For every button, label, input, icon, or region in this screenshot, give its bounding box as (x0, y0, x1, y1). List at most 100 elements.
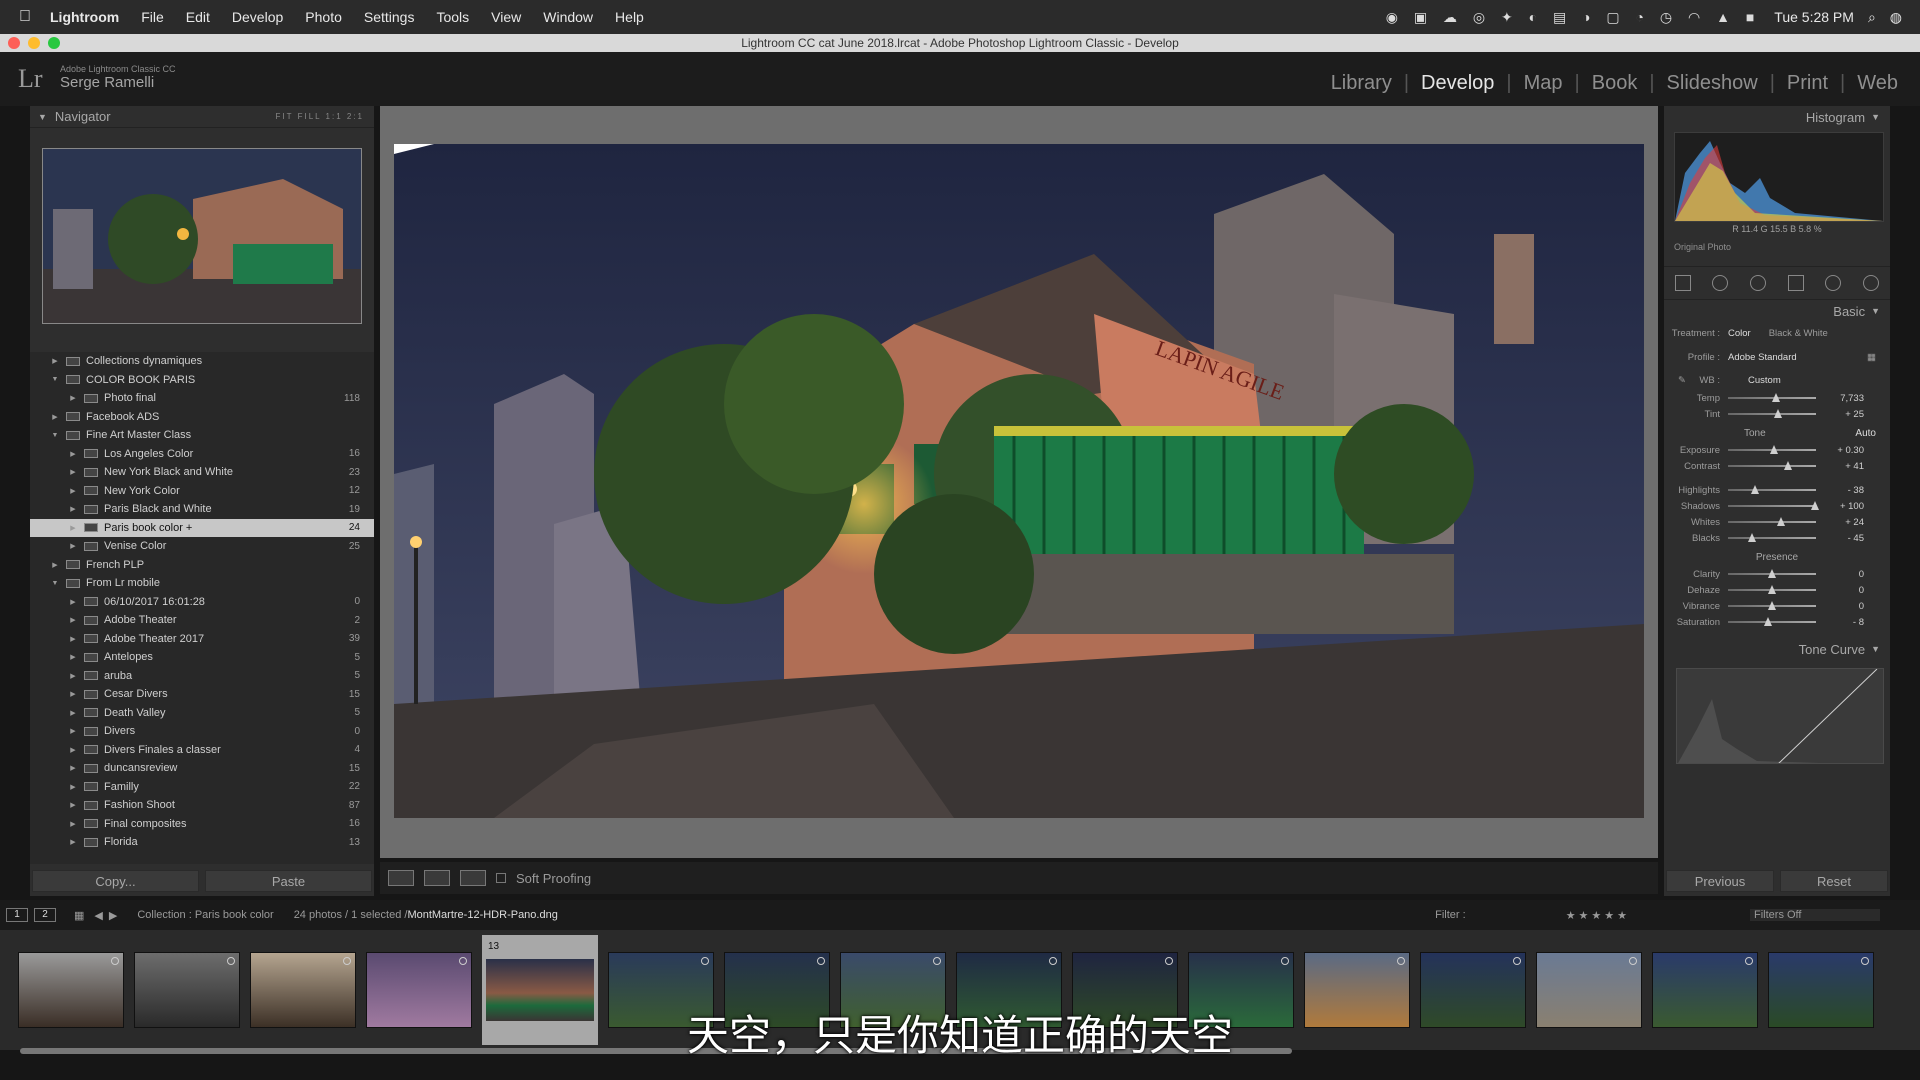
flag-badge-icon[interactable] (111, 957, 119, 965)
collapsed-triangle-icon[interactable]: ▶ (68, 542, 78, 550)
collection-row[interactable]: ▶ Los Angeles Color 16 (30, 445, 374, 464)
collection-row[interactable]: ▶ Antelopes 5 (30, 648, 374, 667)
menu-file[interactable]: File (141, 9, 164, 25)
slider-knob[interactable] (1768, 585, 1776, 594)
slider-temp[interactable]: Temp 7,733 (1664, 390, 1890, 406)
slider-track[interactable] (1728, 585, 1816, 594)
slider-knob[interactable] (1776, 517, 1785, 526)
slider-knob[interactable] (1764, 617, 1773, 626)
slider-value[interactable]: - 8 (1816, 617, 1864, 628)
collapse-triangle-icon[interactable]: ▼ (1871, 112, 1880, 122)
collapse-triangle-icon[interactable]: ▼ (1871, 644, 1880, 654)
slider-knob[interactable] (1772, 393, 1781, 402)
slider-value[interactable]: + 24 (1816, 517, 1864, 528)
flag-badge-icon[interactable] (817, 957, 825, 965)
flag-badge-icon[interactable] (459, 957, 467, 965)
collection-row[interactable]: ▶ duncansreview 15 (30, 759, 374, 778)
collection-row[interactable]: ▶ French PLP (30, 556, 374, 575)
collection-row[interactable]: ▶ 06/10/2017 16:01:28 0 (30, 593, 374, 612)
slider-shadows[interactable]: Shadows + 100 (1664, 498, 1890, 514)
module-web[interactable]: Web (1845, 72, 1910, 95)
slider-track[interactable] (1728, 601, 1816, 610)
tone-curve-graph[interactable] (1676, 668, 1884, 764)
collapsed-triangle-icon[interactable]: ▶ (68, 672, 78, 680)
flag-badge-icon[interactable] (1049, 957, 1057, 965)
window-1-button[interactable]: 1 (6, 908, 28, 922)
collection-row[interactable]: ▶ Facebook ADS (30, 408, 374, 427)
slider-value[interactable]: 0 (1816, 585, 1864, 596)
slider-highlights[interactable]: Highlights - 38 (1664, 482, 1890, 498)
collection-row[interactable]: ▼ From Lr mobile (30, 574, 374, 593)
collection-row[interactable]: ▶ Collections dynamiques (30, 352, 374, 371)
collapsed-triangle-icon[interactable]: ▶ (68, 616, 78, 624)
treatment-bw-button[interactable]: Black & White (1769, 328, 1828, 339)
reset-button[interactable]: Reset (1780, 870, 1888, 892)
collection-row[interactable]: ▶ New York Black and White 23 (30, 463, 374, 482)
collapse-triangle-icon[interactable]: ▼ (1871, 306, 1880, 316)
slider-knob[interactable] (1769, 445, 1778, 454)
slider-tint[interactable]: Tint + 25 (1664, 406, 1890, 422)
collection-row[interactable]: ▶ Florida 13 (30, 833, 374, 852)
collection-row[interactable]: ▶ Adobe Theater 2 (30, 611, 374, 630)
soft-proofing-checkbox[interactable] (496, 873, 506, 883)
slider-knob[interactable] (1783, 461, 1792, 470)
back-arrow-icon[interactable]: ◀ (94, 909, 102, 922)
flag-badge-icon[interactable] (343, 957, 351, 965)
module-slideshow[interactable]: Slideshow (1655, 72, 1770, 95)
slider-value[interactable]: + 25 (1816, 409, 1864, 420)
apple-icon[interactable]:  (0, 8, 50, 26)
slider-saturation[interactable]: Saturation - 8 (1664, 614, 1890, 630)
collapsed-triangle-icon[interactable]: ▶ (68, 690, 78, 698)
collapsed-triangle-icon[interactable]: ▶ (50, 561, 60, 569)
module-book[interactable]: Book (1580, 72, 1650, 95)
collection-row[interactable]: ▶ Venise Color 25 (30, 537, 374, 556)
adjustment-brush-icon[interactable] (1863, 275, 1880, 291)
module-print[interactable]: Print (1775, 72, 1840, 95)
collapsed-triangle-icon[interactable]: ▶ (50, 357, 60, 365)
collapsed-triangle-icon[interactable]: ▶ (68, 524, 78, 532)
collection-source[interactable]: Collection : Paris book color (137, 909, 273, 921)
profile-browser-icon[interactable]: ▦ (1867, 352, 1876, 363)
navigator-preview[interactable] (42, 148, 362, 324)
collapsed-triangle-icon[interactable]: ▶ (68, 505, 78, 513)
collapsed-triangle-icon[interactable]: ▶ (68, 487, 78, 495)
develop-photo[interactable]: LAPIN AGILE (394, 144, 1644, 818)
star-filter-icons[interactable]: ★★★★★ (1566, 909, 1630, 922)
before-after-button[interactable] (424, 870, 450, 886)
clock[interactable]: Tue 5:28 PM (1774, 9, 1854, 25)
collapsed-triangle-icon[interactable]: ▶ (68, 801, 78, 809)
collapsed-triangle-icon[interactable]: ▶ (68, 820, 78, 828)
profile-dropdown[interactable]: Adobe Standard (1728, 352, 1797, 363)
flag-badge-icon[interactable] (1861, 957, 1869, 965)
slider-value[interactable]: + 100 (1816, 501, 1864, 512)
collection-row[interactable]: ▶ Divers Finales a classer 4 (30, 741, 374, 760)
collection-row[interactable]: ▶ Photo final 118 (30, 389, 374, 408)
navigator-header[interactable]: ▼ Navigator FIT FILL 1:1 2:1 (30, 106, 374, 128)
collection-row[interactable]: ▶ Cesar Divers 15 (30, 685, 374, 704)
slider-value[interactable]: + 0.30 (1816, 445, 1864, 456)
treatment-color-button[interactable]: Color (1728, 328, 1751, 339)
collapsed-triangle-icon[interactable]: ▶ (68, 764, 78, 772)
wb-dropdown[interactable]: Custom (1748, 375, 1781, 386)
collapsed-triangle-icon[interactable]: ▶ (68, 468, 78, 476)
slider-value[interactable]: 0 (1816, 569, 1864, 580)
spotlight-icon[interactable]: ⌕ (1868, 9, 1876, 26)
collapsed-triangle-icon[interactable]: ▶ (68, 727, 78, 735)
collection-row[interactable]: ▶ Final composites 16 (30, 815, 374, 834)
flag-badge-icon[interactable] (933, 957, 941, 965)
collection-row[interactable]: ▼ Fine Art Master Class (30, 426, 374, 445)
slider-track[interactable] (1728, 533, 1816, 542)
slider-knob[interactable] (1774, 409, 1783, 418)
auto-tone-button[interactable]: Auto (1855, 428, 1876, 439)
module-map[interactable]: Map (1512, 72, 1575, 95)
eyedropper-icon[interactable]: ✎ (1664, 375, 1688, 386)
histogram-chart[interactable] (1674, 132, 1884, 222)
collapsed-triangle-icon[interactable]: ▶ (68, 838, 78, 846)
radial-filter-icon[interactable] (1825, 275, 1842, 291)
slider-track[interactable] (1728, 409, 1816, 418)
slider-whites[interactable]: Whites + 24 (1664, 514, 1890, 530)
filename[interactable]: MontMartre-12-HDR-Pano.dng (407, 909, 557, 921)
slider-knob[interactable] (1768, 601, 1776, 610)
crop-tool-icon[interactable] (1674, 275, 1691, 291)
slider-track[interactable] (1728, 393, 1816, 402)
